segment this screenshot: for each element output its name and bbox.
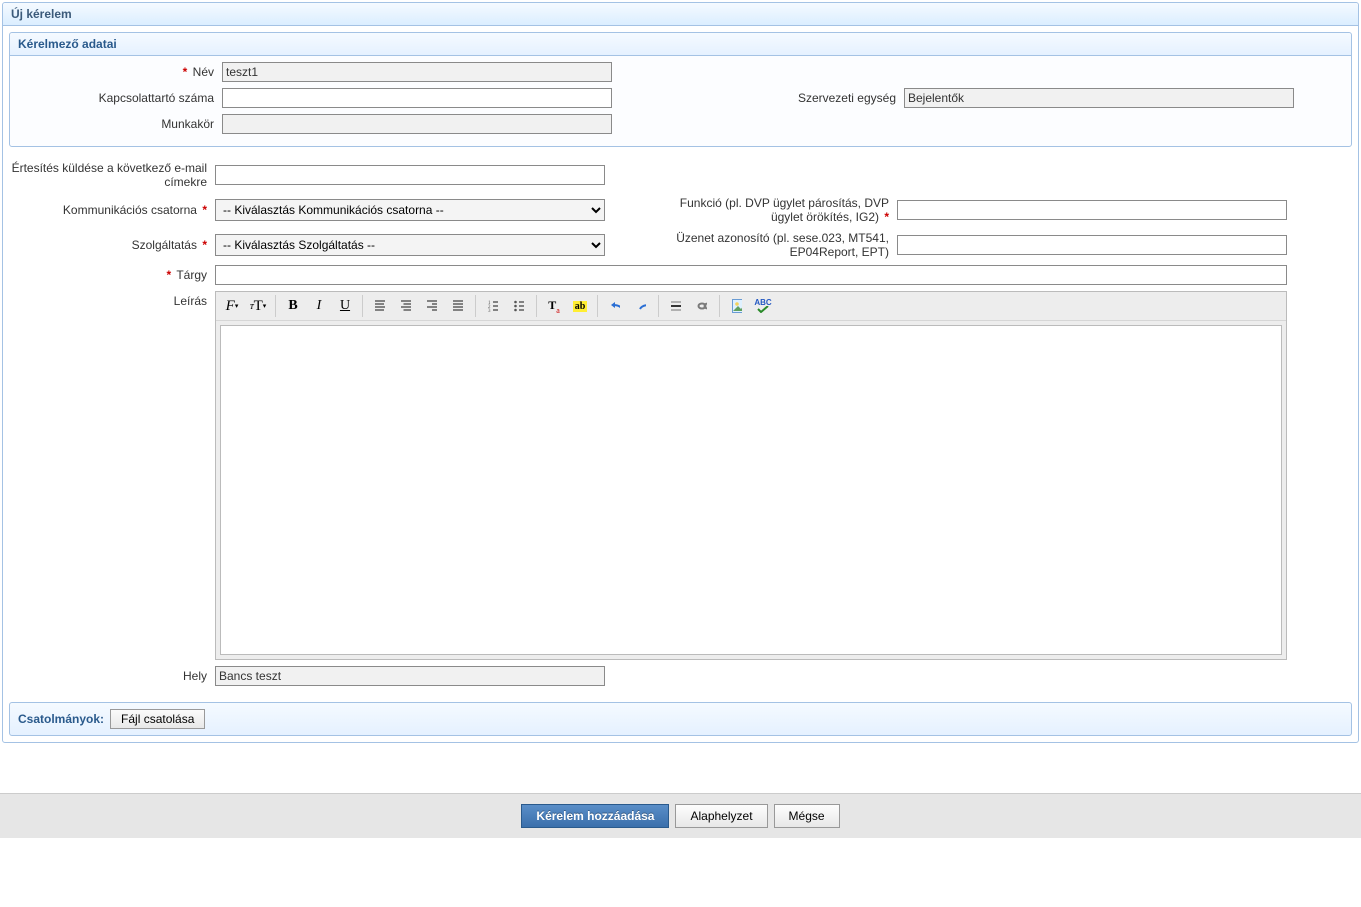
reset-button[interactable]: Alaphelyzet (675, 804, 767, 828)
spellcheck-icon[interactable]: ABC (751, 295, 775, 317)
align-center-icon[interactable] (394, 295, 418, 317)
requester-section-title: Kérelmező adatai (10, 33, 1351, 56)
highlight-icon[interactable]: ab (568, 295, 592, 317)
undo-icon[interactable] (603, 295, 627, 317)
contact-number-field[interactable] (222, 88, 612, 108)
requester-section: Kérelmező adatai * Név Kapcsolattartó sz… (9, 32, 1352, 147)
notify-emails-field[interactable] (215, 165, 605, 185)
editor-toolbar: F▾ ᴛT▾ B I U (216, 292, 1286, 321)
footer-actions: Kérelem hozzáadása Alaphelyzet Mégse (0, 793, 1361, 838)
label-location: Hely (11, 669, 211, 683)
font-size-icon[interactable]: ᴛT▾ (246, 295, 270, 317)
attachments-bar: Csatolmányok: Fájl csatolása (9, 702, 1352, 736)
required-marker: * (202, 203, 207, 217)
label-contact-number: Kapcsolattartó száma (18, 91, 218, 105)
message-id-field[interactable] (897, 235, 1287, 255)
redo-icon[interactable] (629, 295, 653, 317)
panel-title: Új kérelem (3, 3, 1358, 26)
service-select[interactable]: -- Kiválasztás Szolgáltatás -- (215, 234, 605, 256)
unordered-list-icon[interactable] (507, 295, 531, 317)
comm-channel-select[interactable]: -- Kiválasztás Kommunikációs csatorna -- (215, 199, 605, 221)
ordered-list-icon[interactable]: 123 (481, 295, 505, 317)
label-name: * Név (18, 65, 218, 79)
bold-icon[interactable]: B (281, 295, 305, 317)
align-right-icon[interactable] (420, 295, 444, 317)
label-notify-emails: Értesítés küldése a következő e-mail cím… (11, 161, 211, 190)
org-unit-field (904, 88, 1294, 108)
text-color-icon[interactable]: Ta (542, 295, 566, 317)
align-justify-icon[interactable] (446, 295, 470, 317)
required-marker: * (202, 238, 207, 252)
label-message-id: Üzenet azonosító (pl. sese.023, MT541, E… (673, 231, 893, 260)
font-family-icon[interactable]: F▾ (220, 295, 244, 317)
required-marker: * (167, 268, 172, 282)
required-marker: * (884, 210, 889, 224)
align-left-icon[interactable] (368, 295, 392, 317)
link-icon[interactable] (690, 295, 714, 317)
image-icon[interactable] (725, 295, 749, 317)
svg-text:3: 3 (488, 309, 491, 312)
rich-text-editor: F▾ ᴛT▾ B I U (215, 291, 1287, 660)
label-role: Munkakör (18, 117, 218, 131)
required-marker: * (183, 65, 188, 79)
function-field[interactable] (897, 200, 1287, 220)
new-request-panel: Új kérelem Kérelmező adatai * Név Kapcso… (2, 2, 1359, 743)
label-service: Szolgáltatás * (11, 238, 211, 252)
attachments-label: Csatolmányok: (18, 712, 104, 726)
role-field (222, 114, 612, 134)
description-editor-area[interactable] (220, 325, 1282, 655)
subject-field[interactable] (215, 265, 1287, 285)
location-field (215, 666, 605, 686)
attach-file-button[interactable]: Fájl csatolása (110, 709, 205, 729)
horizontal-rule-icon[interactable] (664, 295, 688, 317)
underline-icon[interactable]: U (333, 295, 357, 317)
label-org-unit: Szervezeti egység (680, 91, 900, 105)
submit-button[interactable]: Kérelem hozzáadása (521, 804, 669, 828)
label-function: Funkció (pl. DVP ügylet párosítás, DVP ü… (673, 196, 893, 225)
italic-icon[interactable]: I (307, 295, 331, 317)
label-comm-channel: Kommunikációs csatorna * (11, 203, 211, 217)
cancel-button[interactable]: Mégse (774, 804, 840, 828)
label-subject: * Tárgy (11, 268, 211, 282)
label-description: Leírás (11, 291, 211, 308)
name-field (222, 62, 612, 82)
